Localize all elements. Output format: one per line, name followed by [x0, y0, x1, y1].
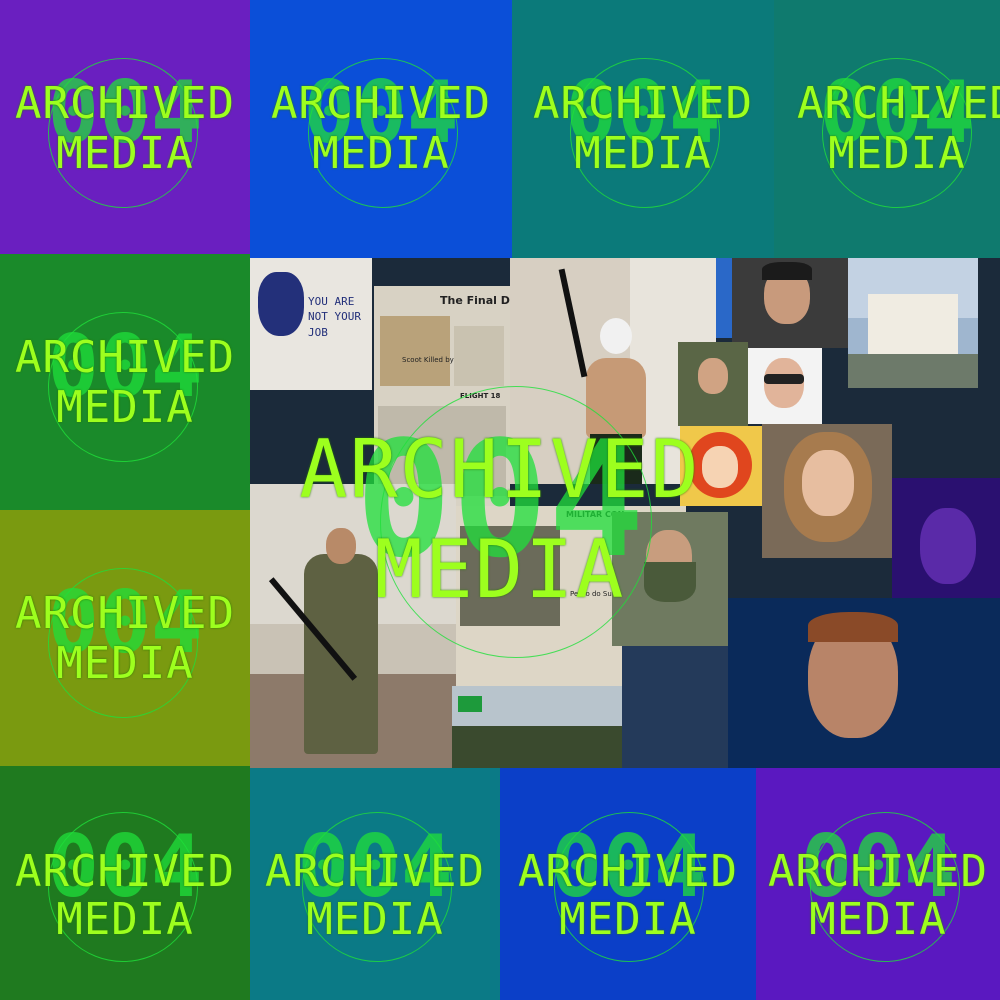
tile-title-line1: ARCHIVED	[518, 846, 738, 897]
tile-title-line2: MEDIA	[56, 382, 194, 433]
hair	[762, 262, 812, 280]
tile-title-line2: MEDIA	[312, 128, 450, 179]
building-photo	[848, 258, 978, 388]
tile: 004 ARCHIVED MEDIA	[250, 768, 500, 1000]
tile-title-line2: MEDIA	[809, 894, 947, 945]
tile: 004 ARCHIVED MEDIA	[0, 510, 250, 766]
tile-title-line2: MEDIA	[574, 128, 712, 179]
tile: 004 ARCHIVED MEDIA	[774, 0, 1000, 258]
smiling-woman-photo	[762, 424, 892, 558]
stencil-photo: YOU ARE NOT YOUR JOB	[250, 258, 372, 390]
selfie-photo	[732, 258, 848, 348]
tile: 004 ARCHIVED MEDIA	[0, 254, 250, 510]
tile: 004 ARCHIVED MEDIA	[250, 0, 512, 258]
tile-title-line1: ARCHIVED	[15, 846, 235, 897]
clipping	[454, 326, 504, 386]
building	[868, 294, 958, 354]
hair	[808, 612, 898, 642]
tile: 004 ARCHIVED MEDIA	[512, 0, 774, 258]
tile-title-line2: MEDIA	[56, 638, 194, 689]
ground	[848, 354, 978, 388]
rifle-icon	[558, 268, 588, 378]
tile: 004 ARCHIVED MEDIA	[0, 0, 250, 254]
center-title: 004 ARCHIVED MEDIA	[250, 380, 750, 680]
face	[802, 450, 854, 516]
tile: 004 ARCHIVED MEDIA	[500, 768, 756, 1000]
tile-title-line2: MEDIA	[56, 128, 194, 179]
tile: 004 ARCHIVED MEDIA	[756, 768, 1000, 1000]
headline: The Final De	[440, 294, 510, 307]
clipping	[380, 316, 450, 386]
tile-title-line1: ARCHIVED	[15, 78, 235, 129]
tile-title-line1: ARCHIVED	[265, 846, 485, 897]
tile-title-line1: ARCHIVED	[271, 78, 491, 129]
sunglasses-photo	[748, 348, 822, 424]
photo	[716, 258, 732, 338]
tile-title-line1: ARCHIVED	[797, 78, 1000, 129]
tile-title-line2: MEDIA	[559, 894, 697, 945]
troops	[452, 726, 622, 768]
sunglasses-icon	[764, 374, 804, 384]
center-title-line1: ARCHIVED	[299, 423, 701, 516]
tile-title-line2: MEDIA	[56, 894, 194, 945]
tile-title-line2: MEDIA	[828, 128, 966, 179]
center-title-line2: MEDIA	[374, 523, 626, 616]
flag-icon	[458, 696, 482, 712]
stencil-text: YOU ARE NOT YOUR JOB	[308, 295, 361, 339]
tile-title-line1: ARCHIVED	[15, 588, 235, 639]
tile: 004 ARCHIVED MEDIA	[0, 766, 250, 1000]
skull-mask	[600, 318, 632, 354]
formation-photo	[452, 686, 622, 768]
face	[920, 508, 976, 584]
tile-title-line1: ARCHIVED	[533, 78, 753, 129]
tile-title-line2: MEDIA	[306, 894, 444, 945]
blue-portrait	[728, 598, 1000, 768]
tile-title-line1: ARCHIVED	[15, 332, 235, 383]
archived-media-grid: 004 ARCHIVED MEDIA 004 ARCHIVED MEDIA 00…	[0, 0, 1000, 1000]
stencil-face	[258, 272, 304, 336]
tile-title-line1: ARCHIVED	[768, 846, 988, 897]
